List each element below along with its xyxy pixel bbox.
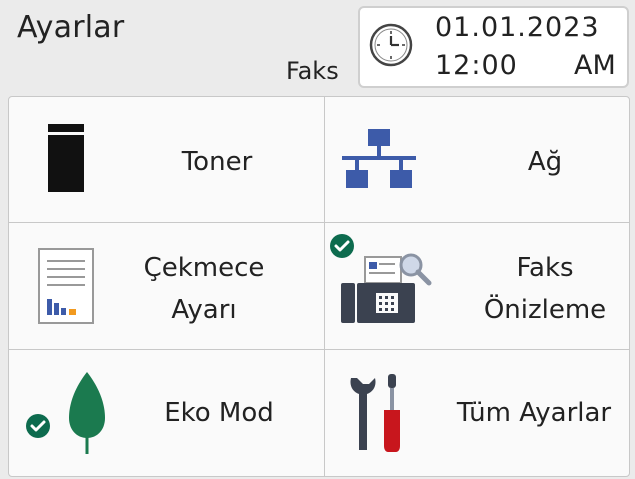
ampm-display: AM [574,50,616,81]
tray-settings-icon [38,248,94,324]
date-time-button[interactable]: 01.01.2023 12:00 AM [358,6,629,88]
network-icon [342,129,416,188]
check-icon [26,414,50,438]
page-title: Ayarlar [17,10,125,45]
fax-preview-icon [341,253,432,323]
mode-indicator: Faks [286,57,339,85]
toner-label: Toner [181,147,253,177]
eco-leaf-icon [69,372,105,454]
fax-preview-label-line1: Faks [516,253,574,283]
date-display: 01.01.2023 [435,12,600,43]
all-settings-label: Tüm Ayarlar [456,398,612,428]
eco-mode-label: Eko Mod [164,398,274,428]
clock-icon [369,23,413,67]
header-bar: Ayarlar Faks 01.01.2023 12:00 AM [0,0,635,96]
network-tile[interactable]: Ağ [325,97,629,222]
tray-settings-label-line2: Ayarı [171,295,237,325]
tray-settings-tile[interactable]: Çekmece Ayarı [9,223,324,349]
toner-cartridge-icon [48,124,84,192]
toner-tile[interactable]: Toner [9,97,324,222]
tools-icon [350,374,400,452]
all-settings-tile[interactable]: Tüm Ayarlar [325,350,629,476]
time-display: 12:00 [435,50,518,81]
tray-settings-label-line1: Çekmece [143,253,265,283]
settings-grid: Toner Ağ Çekmece Ayarı Faks Önizleme Eko… [8,96,630,477]
eco-mode-tile[interactable]: Eko Mod [9,350,324,476]
fax-preview-tile[interactable]: Faks Önizleme [325,223,629,349]
network-label: Ağ [527,147,563,177]
fax-preview-label-line2: Önizleme [483,295,607,325]
